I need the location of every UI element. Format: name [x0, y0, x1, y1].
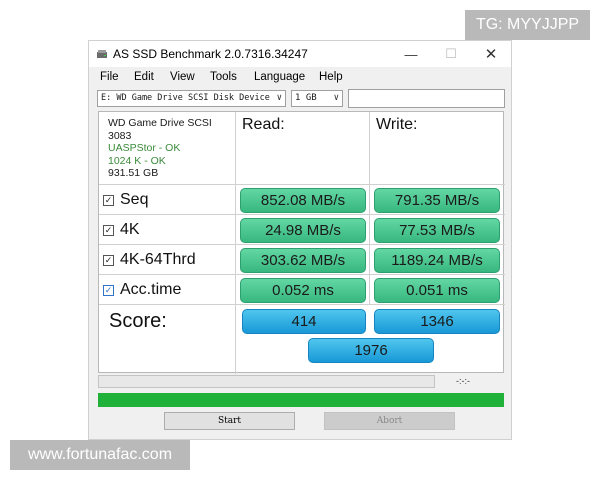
overall-progress-fill — [98, 393, 504, 407]
test-row-acc-time[interactable]: ✓ Acc.time — [103, 275, 181, 305]
score-total: 1976 — [308, 338, 434, 363]
test-label: Acc.time — [120, 281, 182, 298]
read-column-header: Read: — [242, 116, 285, 133]
test-label: 4K-64Thrd — [120, 251, 196, 268]
acc-time-read-result: 0.052 ms — [240, 278, 366, 303]
drive-select[interactable]: E: WD Game Drive SCSI Disk Device ∨ — [97, 90, 286, 107]
chevron-down-icon: ∨ — [333, 93, 339, 103]
drive-name: WD Game Drive SCSI — [108, 117, 212, 129]
drive-info: WD Game Drive SCSI 3083 UASPStor - OK 10… — [108, 117, 212, 180]
alignment-status: 1024 K - OK — [108, 154, 166, 167]
size-select-value: 1 GB — [295, 93, 317, 103]
4k64-read-result: 303.62 MB/s — [240, 248, 366, 273]
4k64-write-result: 1189.24 MB/s — [374, 248, 500, 273]
menu-bar: File Edit View Tools Language Help — [89, 67, 511, 88]
test-row-seq[interactable]: ✓ Seq — [103, 185, 148, 215]
elapsed-time: -:-:- — [456, 376, 470, 386]
checkbox-checked-icon[interactable]: ✓ — [103, 284, 114, 296]
menu-file[interactable]: File — [100, 71, 119, 83]
score-label: Score: — [109, 310, 167, 332]
size-select[interactable]: 1 GB ∨ — [291, 90, 343, 107]
window-title: AS SSD Benchmark 2.0.7316.34247 — [113, 47, 308, 61]
name-text-field[interactable] — [348, 89, 505, 108]
title-bar: AS SSD Benchmark 2.0.7316.34247 — ☐ ✕ — [89, 41, 511, 67]
score-read: 414 — [242, 309, 366, 334]
test-label: Seq — [120, 191, 149, 208]
menu-view[interactable]: View — [170, 71, 195, 83]
minimize-button[interactable]: — — [391, 41, 431, 67]
4k-read-result: 24.98 MB/s — [240, 218, 366, 243]
checkbox-checked-icon[interactable]: ✓ — [103, 254, 114, 266]
test-progress-bar — [98, 375, 435, 388]
grid-divider — [369, 112, 370, 304]
menu-language[interactable]: Language — [254, 71, 305, 83]
overall-progress-bar — [98, 393, 504, 407]
seq-read-result: 852.08 MB/s — [240, 188, 366, 213]
abort-button[interactable]: Abort — [324, 412, 455, 430]
acc-time-write-result: 0.051 ms — [374, 278, 500, 303]
close-button[interactable]: ✕ — [471, 41, 511, 67]
tg-watermark-tag: TG: MYYJJPP — [465, 10, 590, 40]
grid-divider — [99, 214, 505, 215]
checkbox-checked-icon[interactable]: ✓ — [103, 224, 114, 236]
menu-edit[interactable]: Edit — [134, 71, 154, 83]
chevron-down-icon: ∨ — [276, 93, 282, 103]
checkbox-checked-icon[interactable]: ✓ — [103, 194, 114, 206]
website-watermark-tag: www.fortunafac.com — [10, 440, 190, 470]
grid-divider — [99, 184, 505, 185]
test-label: 4K — [120, 221, 140, 238]
drive-id: 3083 — [108, 129, 132, 142]
seq-write-result: 791.35 MB/s — [374, 188, 500, 213]
menu-tools[interactable]: Tools — [210, 71, 237, 83]
driver-status: UASPStor - OK — [108, 142, 181, 154]
app-drive-icon — [97, 50, 107, 58]
start-button[interactable]: Start — [164, 412, 295, 430]
results-grid: WD Game Drive SCSI 3083 UASPStor - OK 10… — [98, 111, 505, 374]
test-row-4k-64thrd[interactable]: ✓ 4K-64Thrd — [103, 245, 196, 275]
maximize-button[interactable]: ☐ — [431, 41, 471, 67]
grid-divider — [235, 112, 236, 374]
test-row-4k[interactable]: ✓ 4K — [103, 215, 140, 245]
drive-select-value: E: WD Game Drive SCSI Disk Device — [101, 93, 270, 103]
4k-write-result: 77.53 MB/s — [374, 218, 500, 243]
write-column-header: Write: — [376, 116, 418, 133]
score-write: 1346 — [374, 309, 500, 334]
menu-help[interactable]: Help — [319, 71, 343, 83]
app-window: AS SSD Benchmark 2.0.7316.34247 — ☐ ✕ Fi… — [88, 40, 512, 440]
drive-capacity: 931.51 GB — [108, 167, 159, 179]
